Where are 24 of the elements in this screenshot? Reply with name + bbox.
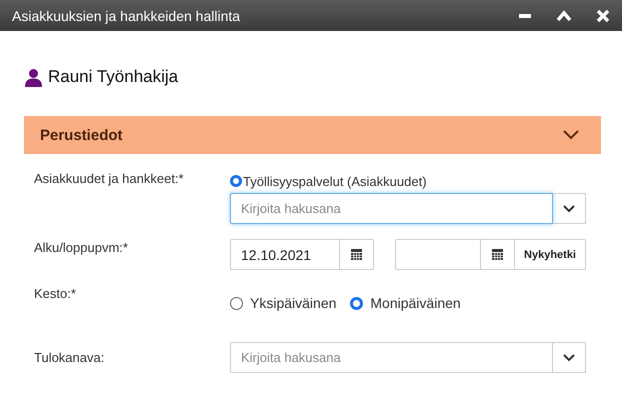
radio-label: Työllisyyspalvelut (Asiakkuudet) [243,174,427,188]
section-header[interactable]: Perustiedot [24,116,601,154]
chevron-icon[interactable] [563,130,579,140]
section-title: Perustiedot [40,126,123,144]
radio-button[interactable] [230,175,242,187]
dropdown-button[interactable] [553,342,586,373]
window-title: Asiakkuuksien ja hankkeiden hallinta [12,8,240,24]
search-field[interactable]: Kirjoita hakusana [230,342,553,373]
person-icon [24,68,43,86]
field-label: Alku/loppupvm:* [34,239,129,257]
caret-up-icon[interactable] [556,8,572,22]
radio-label: Yksipäiväinen [250,295,336,311]
radio-button[interactable] [350,296,364,310]
radio-label: Monipäiväinen [370,295,461,311]
chevron-down-icon [563,354,575,362]
radio-button[interactable] [230,296,243,310]
dropdown-button[interactable] [553,193,586,224]
close-icon[interactable] [596,8,610,22]
user-name: Rauni Työnhakija [48,67,178,87]
field-label: Asiakkuudet ja hankkeet:* [34,171,185,188]
search-field[interactable]: Kirjoita hakusana [230,193,553,224]
field-label: Tulokanava: [34,349,106,367]
field-label: Kesto:* [34,286,77,303]
chevron-down-icon [563,204,575,212]
